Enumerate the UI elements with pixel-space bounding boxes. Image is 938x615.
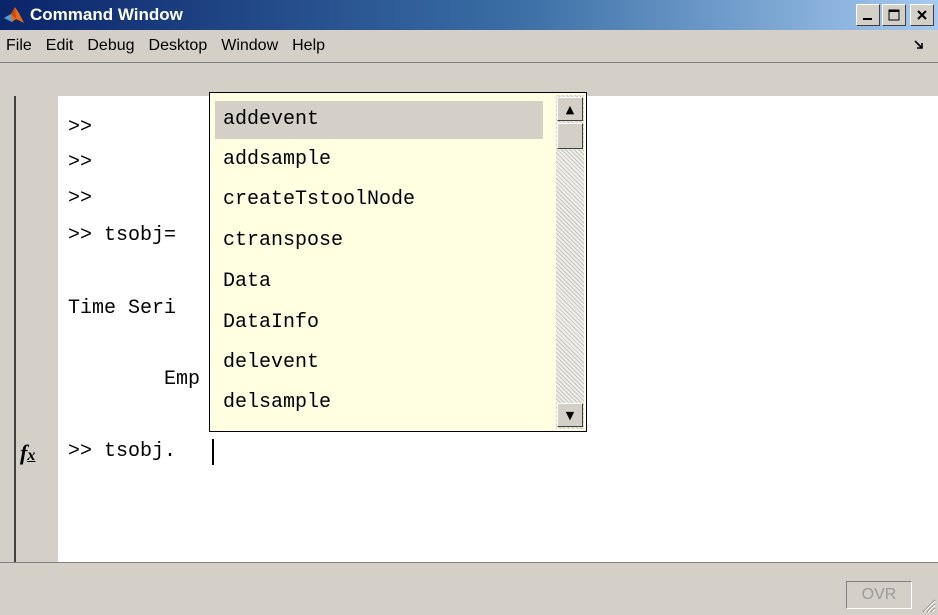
output-line: Emp <box>164 368 201 391</box>
prompt-line: >> tsobj= <box>68 224 177 247</box>
dock-arrow-icon[interactable] <box>914 39 924 53</box>
autocomplete-item[interactable]: delsample <box>215 384 543 422</box>
status-bar: OVR <box>0 562 938 615</box>
scroll-down-icon[interactable]: ▼ <box>557 403 583 427</box>
minimize-icon[interactable] <box>856 4 880 26</box>
close-icon[interactable] <box>910 4 934 26</box>
autocomplete-item[interactable]: delevent <box>215 344 543 382</box>
menu-debug[interactable]: Debug <box>80 37 141 55</box>
command-window: Command Window File Edit Debug Desktop W… <box>0 0 938 615</box>
title-bar[interactable]: Command Window <box>0 0 938 30</box>
menu-help[interactable]: Help <box>285 37 332 55</box>
autocomplete-item[interactable]: DataInfo <box>215 304 543 342</box>
resize-grip-icon[interactable] <box>918 595 936 613</box>
menu-desktop[interactable]: Desktop <box>142 37 215 55</box>
autocomplete-item[interactable]: ctranspose <box>215 222 543 260</box>
matlab-logo-icon <box>0 0 28 30</box>
autocomplete-item[interactable]: Data <box>215 263 543 301</box>
function-browser-icon[interactable]: fx <box>20 440 35 466</box>
menu-edit[interactable]: Edit <box>39 37 81 55</box>
menu-bar: File Edit Debug Desktop Window Help <box>0 30 938 63</box>
popup-scrollbar[interactable]: ▲ ▼ <box>556 95 584 429</box>
autocomplete-popup[interactable]: addevent addsample createTstoolNode ctra… <box>209 92 587 432</box>
window-controls <box>856 4 934 26</box>
scroll-up-icon[interactable]: ▲ <box>557 97 583 121</box>
maximize-icon[interactable] <box>882 4 906 26</box>
prompt-line: >> <box>68 151 93 174</box>
scrollbar-thumb[interactable] <box>557 123 583 149</box>
window-title: Command Window <box>30 5 183 24</box>
output-line: Time Seri <box>68 297 177 320</box>
ovr-indicator: OVR <box>846 581 912 609</box>
menu-file[interactable]: File <box>0 37 39 55</box>
prompt-line: >> <box>68 116 93 139</box>
autocomplete-item[interactable]: addsample <box>215 141 543 179</box>
menu-window[interactable]: Window <box>214 37 285 55</box>
autocomplete-item[interactable]: addevent <box>215 101 543 139</box>
autocomplete-item[interactable]: createTstoolNode <box>215 181 543 219</box>
current-input-line[interactable]: >> tsobj. <box>68 440 176 464</box>
gutter <box>16 96 58 562</box>
text-caret <box>212 439 214 465</box>
prompt-line: >> <box>68 187 93 210</box>
